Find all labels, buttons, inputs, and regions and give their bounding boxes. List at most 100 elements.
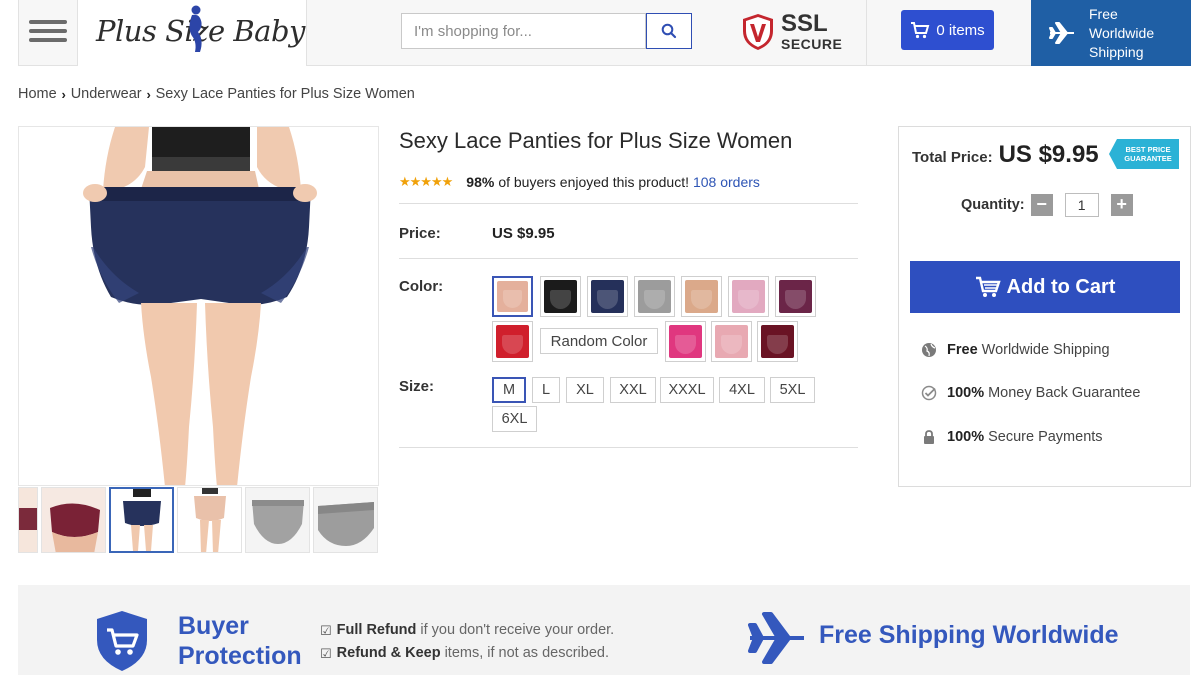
positive-percent: 98% xyxy=(466,174,495,190)
cart-icon xyxy=(911,22,930,39)
list-item: ☑ Full Refund if you don't receive your … xyxy=(320,619,614,642)
size-option-xxxl[interactable]: XXXL xyxy=(660,377,714,403)
thumbnail[interactable] xyxy=(18,487,38,553)
cart-button[interactable]: 0 items xyxy=(901,10,994,50)
header-divider xyxy=(866,0,867,66)
ssl-title: SSL xyxy=(781,10,828,37)
perk-bold: 100% xyxy=(947,385,985,401)
size-option-xl[interactable]: XL xyxy=(566,377,604,403)
free-shipping-header[interactable]: Free Worldwide Shipping xyxy=(1031,0,1191,66)
color-swatch-light-pink[interactable] xyxy=(728,276,769,317)
perk-bold: Free xyxy=(947,342,978,358)
perk-money-back: 100% Money Back Guarantee xyxy=(921,385,1140,401)
lock-icon xyxy=(924,430,934,444)
size-option-5xl[interactable]: 5XL xyxy=(770,377,815,403)
size-label: Size: xyxy=(399,378,435,395)
total-price-value: US $9.95 xyxy=(998,141,1099,168)
thumbnail[interactable] xyxy=(313,487,378,553)
logo[interactable]: Plus Size Baby xyxy=(77,0,307,66)
search-button[interactable] xyxy=(646,13,692,49)
star-rating-icon: ★★★★★ xyxy=(399,174,453,189)
perk-text: Worldwide Shipping xyxy=(981,342,1110,358)
perk-secure-payments: 100% Secure Payments xyxy=(921,429,1103,445)
quantity-minus-button[interactable]: − xyxy=(1030,194,1053,216)
product-photo xyxy=(19,127,378,485)
size-option-xxl[interactable]: XXL xyxy=(610,377,656,403)
checkbox-icon: ☑ xyxy=(320,623,332,638)
ssl-subtitle: SECURE xyxy=(781,36,843,52)
buyer-protection-title: Buyer Protection xyxy=(178,612,302,670)
color-swatch-nude-pink[interactable] xyxy=(492,276,533,317)
cart-icon xyxy=(975,276,1001,297)
size-option-4xl[interactable]: 4XL xyxy=(719,377,765,403)
refund-text: if you don't receive your order. xyxy=(420,622,615,638)
size-option-m[interactable]: M xyxy=(492,377,526,403)
random-color-button[interactable]: Random Color xyxy=(540,328,658,354)
color-swatch-navy[interactable] xyxy=(587,276,628,317)
color-swatch-beige[interactable] xyxy=(681,276,722,317)
chevron-right-icon: › xyxy=(61,86,66,102)
breadcrumb: Home › Underwear › Sexy Lace Panties for… xyxy=(18,86,415,102)
breadcrumb-current: Sexy Lace Panties for Plus Size Women xyxy=(155,86,415,102)
add-to-cart-button[interactable]: Add to Cart xyxy=(910,261,1180,313)
thumbnail-strip xyxy=(18,487,379,554)
add-to-cart-label: Add to Cart xyxy=(1006,275,1116,298)
color-swatch-grey[interactable] xyxy=(634,276,675,317)
checkbox-icon: ☑ xyxy=(320,646,332,661)
shield-icon xyxy=(743,13,773,50)
chevron-right-icon: › xyxy=(146,86,151,102)
thumbnail[interactable] xyxy=(41,487,106,553)
search-input[interactable] xyxy=(401,13,646,49)
perk-text: Money Back Guarantee xyxy=(988,385,1141,401)
color-swatch-black[interactable] xyxy=(540,276,581,317)
trust-banner: Buyer Protection ☑ Full Refund if you do… xyxy=(18,585,1190,675)
refund-bold: Full Refund xyxy=(336,622,417,638)
color-swatch-red[interactable] xyxy=(492,321,533,362)
product-main-image[interactable] xyxy=(18,126,379,486)
best-price-badge: BEST PRICE GUARANTEE xyxy=(1109,139,1179,169)
shield-cart-icon xyxy=(97,611,147,671)
breadcrumb-home[interactable]: Home xyxy=(18,86,57,102)
thumbnail[interactable] xyxy=(109,487,174,553)
perk-text: Secure Payments xyxy=(988,429,1103,445)
menu-icon[interactable] xyxy=(29,20,67,42)
size-option-l[interactable]: L xyxy=(532,377,560,403)
cart-count: 0 items xyxy=(936,21,985,39)
free-shipping-label: Free Worldwide Shipping xyxy=(1089,5,1155,60)
logo-figure-icon xyxy=(189,5,202,53)
quantity-input[interactable] xyxy=(1064,193,1099,217)
perk-free-shipping: Free Worldwide Shipping xyxy=(921,342,1110,358)
color-swatch-wine[interactable] xyxy=(757,321,798,362)
thumbnail[interactable] xyxy=(177,487,242,553)
perk-bold: 100% xyxy=(947,429,985,445)
ssl-secure-badge: SSL SECURE xyxy=(741,12,842,51)
quantity-stepper: Quantity: − + xyxy=(961,193,1133,217)
color-label: Color: xyxy=(399,278,444,295)
size-option-6xl[interactable]: 6XL xyxy=(492,406,537,432)
divider xyxy=(399,258,858,259)
divider xyxy=(399,447,858,448)
divider xyxy=(399,203,858,204)
color-swatch-pale-pink[interactable] xyxy=(711,321,752,362)
buyer-protection-list: ☑ Full Refund if you don't receive your … xyxy=(320,619,614,665)
color-swatch-purple[interactable] xyxy=(775,276,816,317)
site-header: Plus Size Baby SSL SECURE 0 items Free W… xyxy=(18,0,1191,66)
total-price-row: Total Price: US $9.95 xyxy=(912,141,1099,169)
purchase-box: Total Price: US $9.95 BEST PRICE GUARANT… xyxy=(898,126,1191,487)
keep-bold: Refund & Keep xyxy=(336,645,441,661)
breadcrumb-underwear[interactable]: Underwear xyxy=(71,86,142,102)
price-value: US $9.95 xyxy=(492,225,555,242)
search-icon xyxy=(661,23,677,39)
airplane-icon xyxy=(748,612,804,664)
keep-text: items, if not as described. xyxy=(444,645,609,661)
price-label: Price: xyxy=(399,225,441,242)
quantity-plus-button[interactable]: + xyxy=(1110,194,1133,216)
airplane-icon xyxy=(1049,22,1074,44)
thumbnail[interactable] xyxy=(245,487,310,553)
positive-text: of buyers enjoyed this product! xyxy=(498,174,689,190)
product-title: Sexy Lace Panties for Plus Size Women xyxy=(399,128,793,153)
color-swatch-hot-pink[interactable] xyxy=(665,321,706,362)
check-circle-icon xyxy=(921,385,937,401)
orders-link[interactable]: 108 orders xyxy=(693,174,760,190)
list-item: ☑ Refund & Keep items, if not as describ… xyxy=(320,642,614,665)
